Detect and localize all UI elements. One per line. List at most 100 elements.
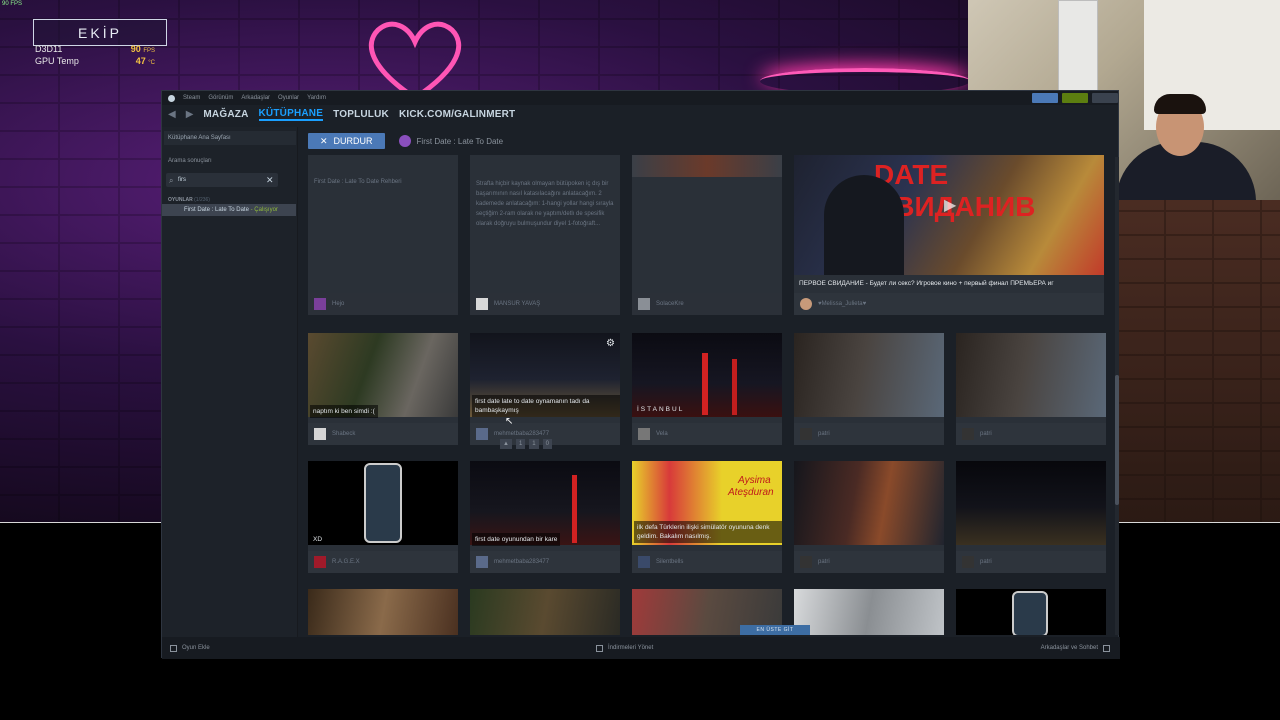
screenshot-card[interactable]: patri — [956, 461, 1106, 573]
avatar — [638, 428, 650, 440]
menu-help[interactable]: Yardım — [307, 95, 326, 101]
author-name: SolaceKre — [656, 301, 684, 307]
search-icon: ⌕ — [169, 176, 174, 185]
nav-store[interactable]: MAĞAZA — [203, 109, 248, 120]
screenshot-card[interactable] — [308, 589, 458, 635]
bridge-tower — [732, 359, 737, 415]
screenshot-card[interactable]: naptım ki ben simdi :( Shabeck — [308, 333, 458, 445]
screenshot-card[interactable]: İSTANBUL Vela — [632, 333, 782, 445]
upvote-button[interactable]: ▲ — [500, 439, 512, 449]
author-name: ♥Melissa_Julieta♥ — [818, 301, 867, 307]
menu-games[interactable]: Oyunlar — [278, 95, 299, 101]
scroll-to-top-button[interactable]: EN ÜSTE GİT — [740, 625, 810, 635]
broadcast-button[interactable] — [1032, 93, 1058, 103]
friends-chat-label: Arkadaşlar ve Sohbet — [1040, 645, 1098, 651]
avatar — [638, 298, 650, 310]
games-section-header[interactable]: OYUNLAR (1/236) — [168, 197, 210, 203]
author-name: patri — [818, 431, 830, 437]
screenshot-card[interactable]: patri — [956, 333, 1106, 445]
hud-fps: D3D11 90 FPS — [35, 44, 155, 54]
nav-profile[interactable]: KICK.COM/GALINMERT — [399, 109, 515, 120]
search-input[interactable]: ⌕ firs — [166, 173, 278, 187]
author-name: mehmetbaba283477 — [494, 431, 550, 437]
menu-steam[interactable]: Steam — [183, 95, 200, 101]
screenshot-caption: ilk defa Türklerin ilişki simülatör oyun… — [634, 521, 782, 543]
mouse-cursor-icon: ↖ — [505, 416, 514, 427]
screenshot-card[interactable]: ⚙ first date late to date oynamanın tadı… — [470, 333, 620, 449]
notifications-button[interactable] — [1062, 93, 1088, 103]
screenshot-card[interactable]: SolaceKre — [632, 155, 782, 315]
avatar — [962, 556, 974, 568]
screenshot-card[interactable]: patri — [794, 461, 944, 573]
screenshot-card[interactable] — [470, 589, 620, 635]
scrollbar-thumb[interactable] — [1115, 375, 1119, 505]
library-home-link[interactable]: Kütüphane Ana Sayfası — [164, 131, 296, 145]
screenshot-caption: first date oyunundan bir kare — [472, 533, 561, 546]
sidebar-game-item[interactable]: First Date : Late To Date - Çalışıyor — [162, 204, 296, 216]
titlebar-buttons — [1032, 93, 1118, 103]
guide-card[interactable]: First Date : Late To Date Rehberi Hejo — [308, 155, 458, 315]
nav-library[interactable]: KÜTÜPHANE — [258, 108, 324, 121]
team-label: EKİP — [33, 19, 167, 46]
library-sidebar: Kütüphane Ana Sayfası Arama sonuçları ⌕ … — [162, 127, 298, 637]
menu-friends[interactable]: Arkadaşlar — [241, 95, 270, 101]
screenshot-caption: first date late to date oynamanın tadı d… — [472, 395, 620, 417]
author-name: Hejo — [332, 301, 345, 307]
author-name: patri — [818, 559, 830, 565]
main-nav: ◀ ▶ MAĞAZA KÜTÜPHANE TOPLULUK KICK.COM/G… — [162, 105, 1120, 123]
screenshot-image — [470, 589, 620, 635]
account-button[interactable] — [1092, 93, 1118, 103]
author-name: MANSUR YAVAŞ — [494, 301, 541, 307]
screenshot-caption: naptım ki ben simdi :( — [310, 405, 378, 418]
avatar — [314, 556, 326, 568]
chat-icon — [1103, 644, 1110, 652]
screenshot-card[interactable]: patri — [794, 333, 944, 445]
comment-count[interactable]: 0 — [542, 439, 552, 449]
author-name: Vela — [656, 431, 668, 437]
screenshot-card[interactable] — [956, 589, 1106, 635]
right-wall-bricks — [1118, 200, 1280, 522]
screenshot-card[interactable]: XD R.A.G.E.X — [308, 461, 458, 573]
avatar — [314, 298, 326, 310]
avatar — [476, 428, 488, 440]
video-card[interactable]: DATE СВИДАНИВ ▶ ПЕРВОЕ СВИДАНИЕ - Будет … — [794, 155, 1104, 315]
nav-community[interactable]: TOPLULUK — [333, 109, 389, 120]
video-thumbnail: DATE СВИДАНИВ ▶ — [794, 155, 1104, 275]
clear-search-icon[interactable]: ✕ — [266, 173, 274, 187]
add-game-label: Oyun Ekle — [182, 645, 210, 651]
screenshot-card[interactable]: first date oyunundan bir kare mehmetbaba… — [470, 461, 620, 573]
gear-icon[interactable]: ⚙ — [606, 338, 615, 349]
menu-view[interactable]: Görünüm — [208, 95, 233, 101]
avatar — [800, 428, 812, 440]
add-game-button[interactable]: Oyun Ekle — [170, 644, 210, 652]
back-arrow-icon[interactable]: ◀ — [168, 109, 176, 120]
avatar — [638, 556, 650, 568]
manage-downloads-button[interactable]: İndirmeleri Yönet — [596, 644, 653, 652]
hud-gpu-unit: °C — [148, 60, 155, 66]
screenshot-card[interactable] — [794, 589, 944, 635]
bridge-tower — [702, 353, 708, 415]
author-name: patri — [980, 431, 992, 437]
phone-image — [364, 463, 402, 543]
friends-chat-button[interactable]: Arkadaşlar ve Sohbet — [1040, 644, 1110, 652]
sidebar-game-status: - Çalışıyor — [250, 207, 278, 213]
thumbnail-person — [824, 175, 904, 275]
name-overlay-1: Aysima — [738, 475, 771, 486]
guide-title: First Date : Late To Date Rehberi — [314, 179, 402, 185]
award-count[interactable]: 1 — [529, 439, 539, 449]
stop-button-label: DURDUR — [333, 136, 373, 146]
search-results-filter[interactable]: Arama sonuçları — [164, 155, 296, 167]
author-name: Shabeck — [332, 431, 356, 437]
screenshot-image — [956, 461, 1106, 545]
content-scrollbar[interactable] — [1115, 157, 1119, 635]
screenshot-card[interactable]: Aysima Ateşduran ilk defa Türklerin iliş… — [632, 461, 782, 573]
hud-fps-value: 90 — [130, 44, 141, 54]
avatar — [800, 298, 812, 310]
like-count[interactable]: 1 — [515, 439, 526, 449]
author-name: patri — [980, 559, 992, 565]
stop-button[interactable]: ✕ DURDUR — [308, 133, 385, 149]
play-icon[interactable]: ▶ — [944, 195, 956, 215]
guide-card[interactable]: Strafta hiçbir kaynak olmayan bütüpoken … — [470, 155, 620, 315]
forward-arrow-icon[interactable]: ▶ — [186, 109, 194, 120]
phone-image — [1012, 591, 1048, 635]
